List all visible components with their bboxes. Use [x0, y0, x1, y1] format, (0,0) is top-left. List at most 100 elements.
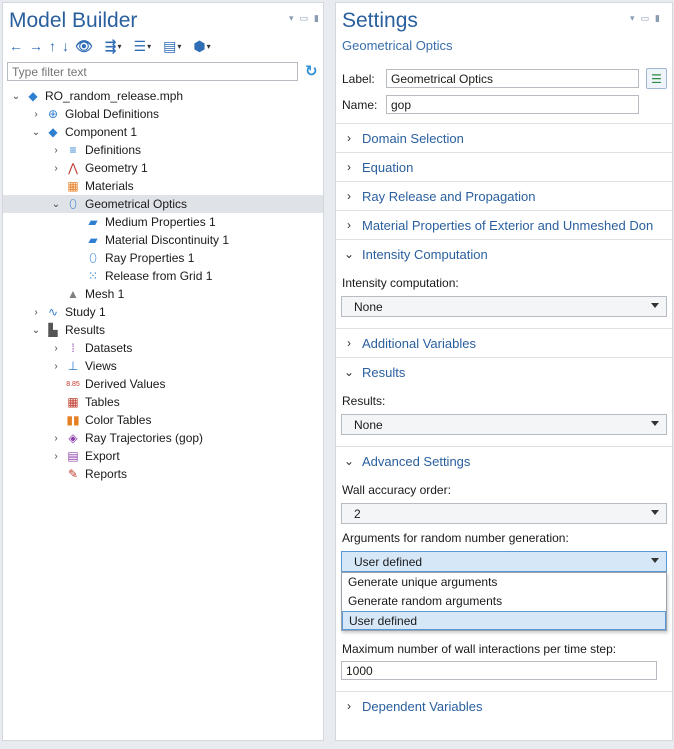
chevron-down-icon[interactable]: ▾ [207, 42, 211, 51]
forward-icon[interactable]: → [29, 37, 43, 55]
tree-item-label: Global Definitions [65, 107, 160, 121]
list-icon[interactable]: ▤ ▾ [163, 37, 181, 55]
section-results[interactable]: ⌄ Results [336, 357, 672, 386]
chevron-down-icon[interactable]: ⌄ [31, 325, 41, 336]
minimize-icon[interactable]: ▭ [641, 13, 650, 24]
section-intensity-computation[interactable]: ⌄ Intensity Computation [336, 239, 672, 268]
section-equation[interactable]: › Equation [336, 152, 672, 181]
section-ray-release[interactable]: › Ray Release and Propagation [336, 181, 672, 210]
tree-item-label: Geometrical Optics [85, 197, 188, 211]
name-field[interactable]: gop [386, 95, 639, 114]
tree-item[interactable]: ✎ Reports [3, 465, 323, 483]
filter-input[interactable] [7, 62, 298, 81]
chevron-down-icon: ⌄ [343, 247, 355, 261]
tree-item[interactable]: ▲ Mesh 1 [3, 285, 323, 303]
chevron-down-icon[interactable]: ⌄ [31, 127, 41, 138]
view-menu-icon[interactable]: ▾ [289, 13, 294, 24]
tree-item[interactable]: › ◈ Ray Trajectories (gop) [3, 429, 323, 447]
globe-icon: ⊕ [47, 107, 59, 121]
name-caption: Name: [342, 98, 378, 112]
move-down-icon[interactable]: ↓ [62, 37, 69, 55]
tree-item[interactable]: › ⋀ Geometry 1 [3, 159, 323, 177]
tree-item[interactable]: ⌄ ⬯ Geometrical Optics [3, 195, 323, 213]
tree-item-label: Derived Values [85, 377, 166, 391]
back-icon[interactable]: ← [9, 37, 23, 55]
tree-item[interactable]: ▰ Medium Properties 1 [3, 213, 323, 231]
label-comment-button[interactable]: ☰ [646, 68, 667, 89]
comment-icon: ☰ [651, 71, 662, 86]
tree-item-label: Materials [85, 179, 134, 193]
section-domain-selection[interactable]: › Domain Selection [336, 123, 672, 152]
tree-item[interactable]: › ∿ Study 1 [3, 303, 323, 321]
pin-icon[interactable]: ▮ [314, 13, 319, 24]
results-caption: Results: [342, 394, 386, 408]
label-field[interactable]: Geometrical Optics [386, 69, 639, 88]
chevron-right-icon[interactable]: › [51, 451, 61, 462]
wall-accuracy-caption: Wall accuracy order: [342, 483, 451, 497]
settings-title: Settings [342, 9, 418, 32]
dropdown-arrow-icon [651, 510, 659, 515]
tree-item[interactable]: ⬯ Ray Properties 1 [3, 249, 323, 267]
random-args-select[interactable]: User defined [341, 551, 667, 572]
results-select[interactable]: None [341, 414, 667, 435]
tree-item[interactable]: ⌄ ▙ Results [3, 321, 323, 339]
chevron-right-icon[interactable]: › [51, 433, 61, 444]
chevron-right-icon[interactable]: › [51, 145, 61, 156]
option-user-defined[interactable]: User defined [342, 611, 666, 630]
tree-item-label: Definitions [85, 143, 142, 157]
tree-item[interactable]: › ≡ Definitions [3, 141, 323, 159]
wall-accuracy-select[interactable]: 2 [341, 503, 667, 524]
collapse-icon[interactable]: ☰ ▾ [134, 37, 152, 55]
tree-item-label: Tables [85, 395, 120, 409]
show-icon[interactable]: 👁 [75, 37, 93, 55]
tree-item[interactable]: › ⊥ Views [3, 357, 323, 375]
file-icon: ◆ [28, 89, 38, 103]
chevron-right-icon: › [347, 336, 351, 350]
tree-item[interactable]: ⌄ ◆ Component 1 [3, 123, 323, 141]
tree-item[interactable]: ▮▮ Color Tables [3, 411, 323, 429]
chevron-down-icon[interactable]: ▾ [118, 42, 122, 51]
tree-item-label: Color Tables [85, 413, 152, 427]
tree-item[interactable]: ▰ Material Discontinuity 1 [3, 231, 323, 249]
window-controls: ▾ ▭ ▮ [630, 13, 660, 24]
chevron-right-icon[interactable]: › [51, 163, 61, 174]
tree-item[interactable]: ▦ Tables [3, 393, 323, 411]
chevron-down-icon[interactable]: ⌄ [11, 91, 21, 102]
refresh-icon[interactable]: ↻ [305, 62, 318, 80]
tree-item[interactable]: ⁙ Release from Grid 1 [3, 267, 323, 285]
chevron-right-icon[interactable]: › [31, 307, 41, 318]
chevron-down-icon[interactable]: ⌄ [51, 199, 61, 210]
reports-icon: ✎ [67, 467, 79, 481]
chevron-right-icon[interactable]: › [31, 109, 41, 120]
build-icon[interactable]: ⬢ ▾ [193, 37, 210, 55]
expand-icon[interactable]: ⇶ ▾ [105, 37, 122, 55]
optics-icon: ⬯ [69, 196, 77, 211]
section-material-properties[interactable]: › Material Properties of Exterior and Unm… [336, 210, 672, 239]
section-additional-variables[interactable]: › Additional Variables [336, 328, 672, 357]
pin-icon[interactable]: ▮ [655, 13, 660, 24]
option-generate-random[interactable]: Generate random arguments [342, 592, 666, 611]
section-advanced-settings[interactable]: ⌄ Advanced Settings [336, 446, 672, 475]
tree-item-label: Mesh 1 [85, 287, 125, 301]
intensity-select[interactable]: None [341, 296, 667, 317]
tree-item-label: Geometry 1 [85, 161, 148, 175]
chevron-down-icon: ⌄ [343, 365, 355, 379]
settings-panel: Settings Geometrical Optics ▾ ▭ ▮ Label:… [335, 2, 673, 741]
chevron-down-icon[interactable]: ▾ [147, 42, 151, 51]
chevron-right-icon[interactable]: › [51, 343, 61, 354]
minimize-icon[interactable]: ▭ [300, 13, 309, 24]
tree-item[interactable]: › ▤ Export [3, 447, 323, 465]
tree-item[interactable]: › ⁞ Datasets [3, 339, 323, 357]
chevron-down-icon[interactable]: ▾ [177, 42, 181, 51]
tree-item[interactable]: › ⊕ Global Definitions [3, 105, 323, 123]
section-dependent-variables[interactable]: › Dependent Variables [336, 691, 672, 720]
geometry-icon: ⋀ [68, 161, 78, 175]
tree-item[interactable]: ⌄ ◆ RO_random_release.mph [3, 87, 323, 105]
view-menu-icon[interactable]: ▾ [630, 13, 635, 24]
chevron-right-icon[interactable]: › [51, 361, 61, 372]
tree-item[interactable]: 8.85 Derived Values [3, 375, 323, 393]
move-up-icon[interactable]: ↑ [49, 37, 56, 55]
option-generate-unique[interactable]: Generate unique arguments [342, 573, 666, 592]
max-wall-field[interactable]: 1000 [341, 661, 657, 680]
tree-item[interactable]: ▦ Materials [3, 177, 323, 195]
